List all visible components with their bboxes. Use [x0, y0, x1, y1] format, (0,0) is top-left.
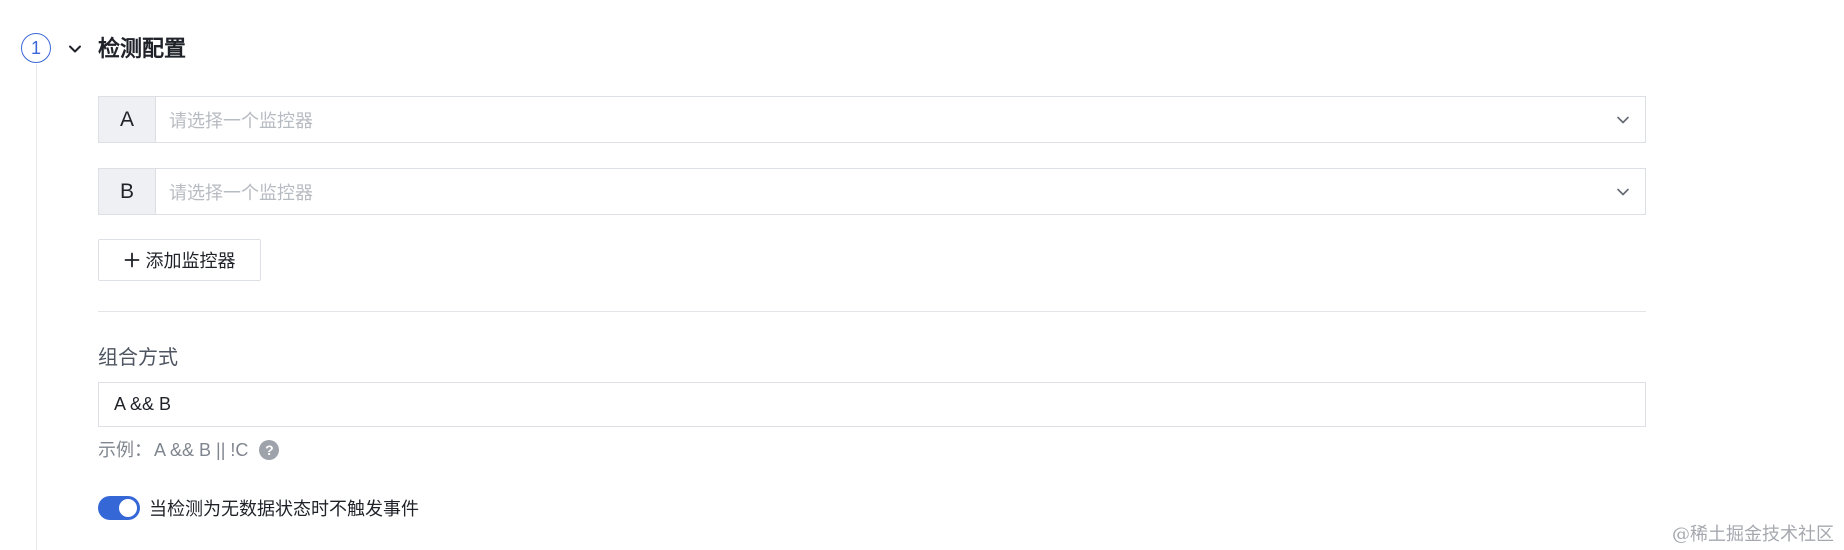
no-data-toggle-label: 当检测为无数据状态时不触发事件: [149, 499, 419, 519]
monitor-row-a: A 请选择一个监控器: [98, 96, 1646, 143]
monitor-letter-label: B: [98, 168, 155, 215]
example-prefix: 示例：: [98, 440, 152, 460]
step-number-badge: 1: [21, 33, 51, 63]
monitor-row-b: B 请选择一个监控器: [98, 168, 1646, 215]
combination-example: 示例： A && B || !C ?: [98, 438, 280, 462]
monitor-select-b[interactable]: 请选择一个监控器: [155, 168, 1646, 215]
watermark: @稀土掘金技术社区: [1672, 524, 1834, 545]
toggle-knob: [119, 499, 137, 517]
chevron-down-icon: [1617, 188, 1629, 195]
monitor-select-a[interactable]: 请选择一个监控器: [155, 96, 1646, 143]
combination-expression-input[interactable]: [98, 382, 1646, 427]
chevron-down-icon[interactable]: [66, 40, 84, 58]
combination-label: 组合方式: [98, 347, 178, 369]
monitor-select-placeholder: 请选择一个监控器: [169, 110, 313, 131]
no-data-toggle-row: 当检测为无数据状态时不触发事件: [98, 495, 419, 521]
chevron-down-icon: [1617, 116, 1629, 123]
step-connector-line: [36, 64, 37, 550]
question-circle-icon[interactable]: ?: [259, 440, 280, 460]
section-divider: [98, 311, 1646, 312]
example-expression: A && B || !C: [154, 440, 249, 460]
section-title: 检测配置: [98, 36, 187, 61]
page: 1 检测配置 A 请选择一个监控器 B 请选择一个监控器 添加监控器 组合方式: [0, 0, 1844, 550]
plus-icon: [124, 252, 139, 268]
no-data-toggle-switch[interactable]: [98, 496, 140, 520]
monitor-letter-label: A: [98, 96, 155, 143]
add-monitor-label: 添加监控器: [145, 251, 236, 271]
add-monitor-button[interactable]: 添加监控器: [98, 239, 261, 281]
monitor-select-placeholder: 请选择一个监控器: [169, 182, 313, 203]
